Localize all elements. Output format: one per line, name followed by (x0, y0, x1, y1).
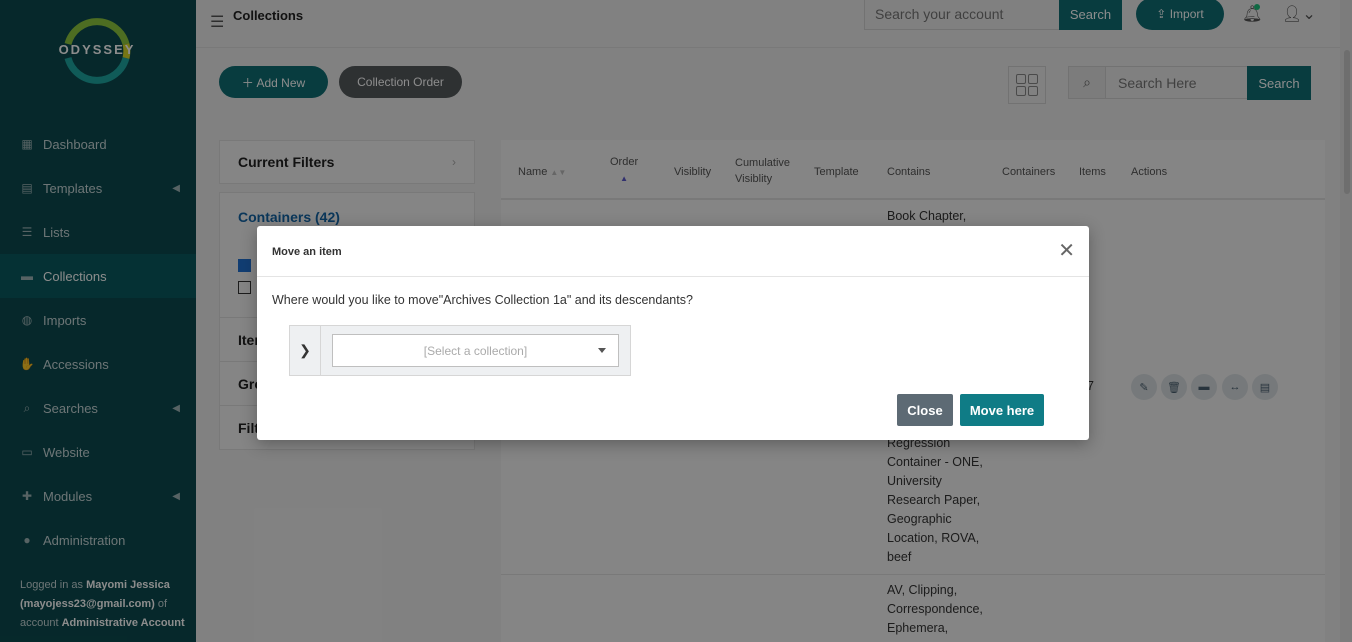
select-placeholder: [Select a collection] (423, 343, 528, 358)
close-icon[interactable]: ✕ (1058, 238, 1075, 263)
move-item-dialog: Move an item ✕ Where would you like to m… (257, 226, 1089, 440)
caret-down-icon (598, 348, 606, 353)
dialog-header: Move an item ✕ (257, 226, 1089, 277)
move-here-button[interactable]: Move here (960, 394, 1044, 426)
collection-picker: ❯ [Select a collection] (289, 325, 631, 376)
close-button[interactable]: Close (897, 394, 953, 426)
dialog-question: Where would you like to move"Archives Co… (272, 293, 693, 307)
chevron-right-icon[interactable]: ❯ (290, 326, 321, 375)
dialog-title: Move an item (272, 246, 342, 258)
collection-select[interactable]: [Select a collection] (332, 334, 619, 367)
